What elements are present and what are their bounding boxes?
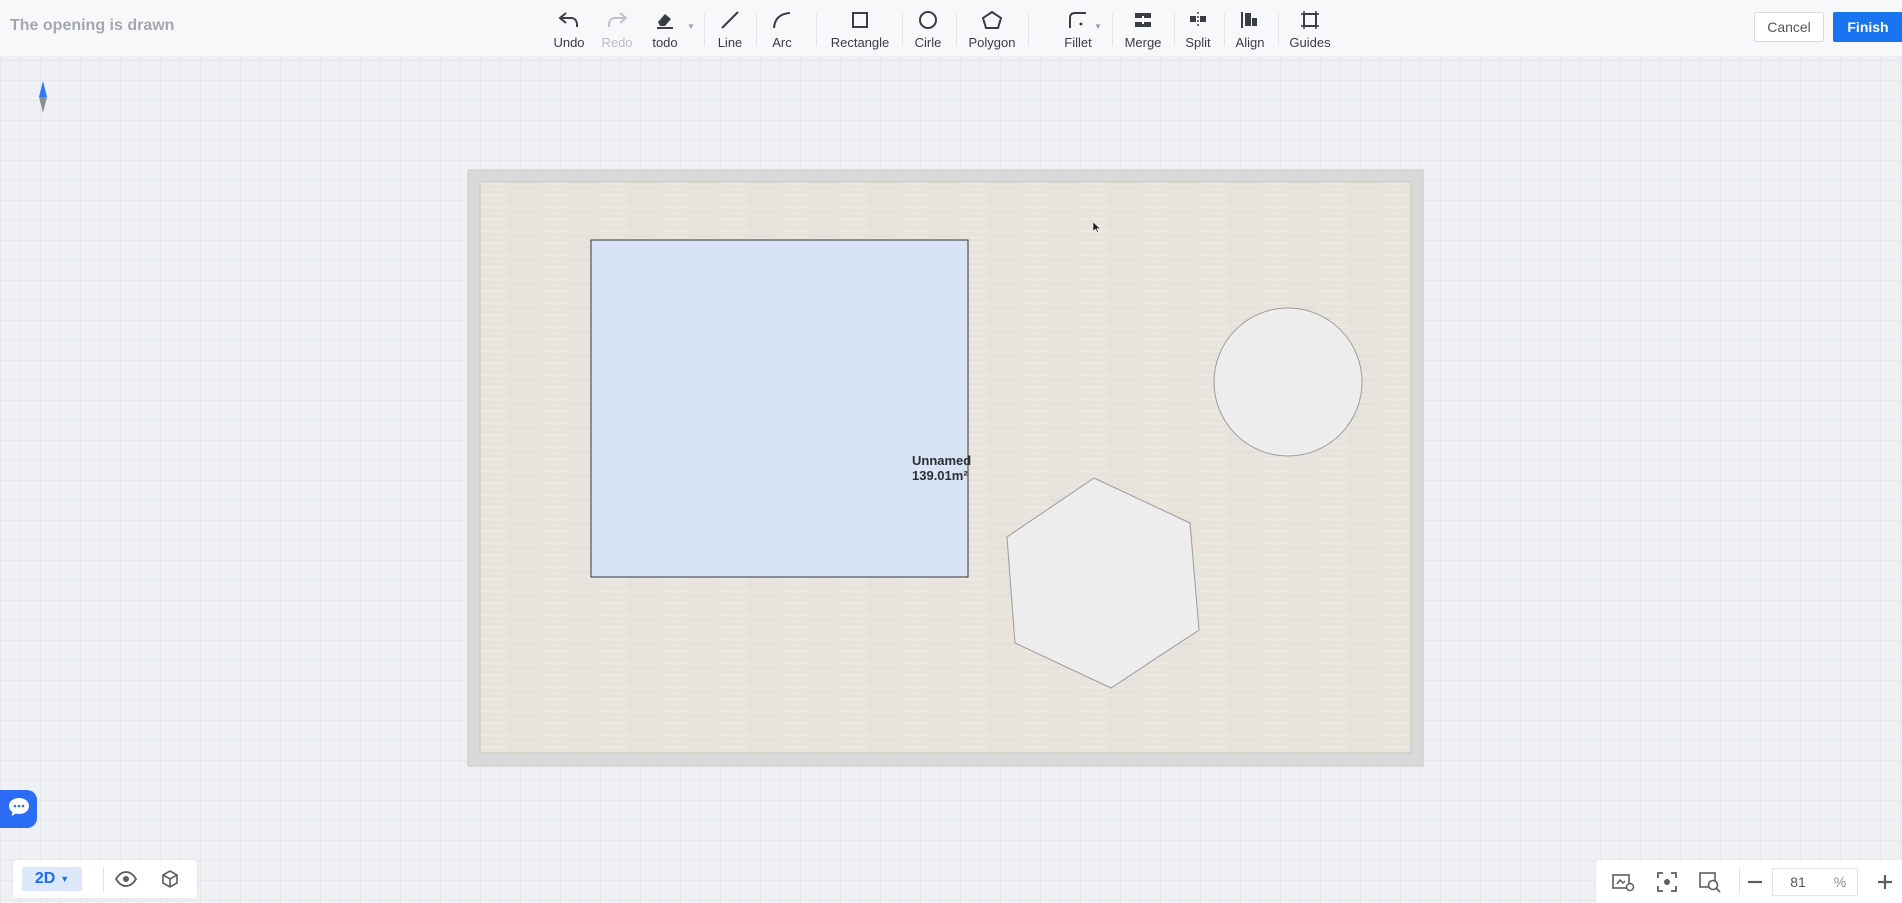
- zoom-out-icon[interactable]: [1742, 870, 1768, 894]
- chat-support-button[interactable]: [0, 790, 37, 828]
- cube-icon[interactable]: [158, 868, 182, 890]
- fit-view-icon[interactable]: [1654, 870, 1680, 894]
- chat-bubble-icon: [7, 796, 31, 823]
- room-area: 139.01m²: [912, 468, 968, 483]
- zoom-level-input[interactable]: 81 %: [1772, 868, 1858, 896]
- zoom-search-icon[interactable]: [1697, 870, 1723, 894]
- view-mode-dropdown[interactable]: 2D ▼: [22, 867, 82, 891]
- eye-icon[interactable]: [114, 868, 138, 890]
- chevron-down-icon: ▼: [60, 874, 70, 884]
- divider: [1739, 868, 1740, 894]
- view-mode-label: 2D: [34, 870, 56, 887]
- selected-room-rectangle[interactable]: [590, 239, 969, 578]
- room-name: Unnamed: [912, 453, 972, 468]
- floor-plan-canvas[interactable]: [0, 0, 1902, 903]
- zoom-unit: %: [1833, 874, 1847, 890]
- zoom-controls: 81 %: [1596, 860, 1902, 903]
- zoom-value: 81: [1790, 874, 1806, 890]
- zoom-in-icon[interactable]: [1872, 870, 1898, 894]
- view-settings-icon[interactable]: [1610, 870, 1636, 894]
- divider: [103, 866, 104, 892]
- view-controls: 2D ▼: [13, 860, 197, 898]
- mouse-cursor-icon: [1092, 220, 1101, 238]
- room-label: Unnamed 139.01m²: [912, 453, 971, 483]
- circle-opening[interactable]: [1213, 307, 1363, 457]
